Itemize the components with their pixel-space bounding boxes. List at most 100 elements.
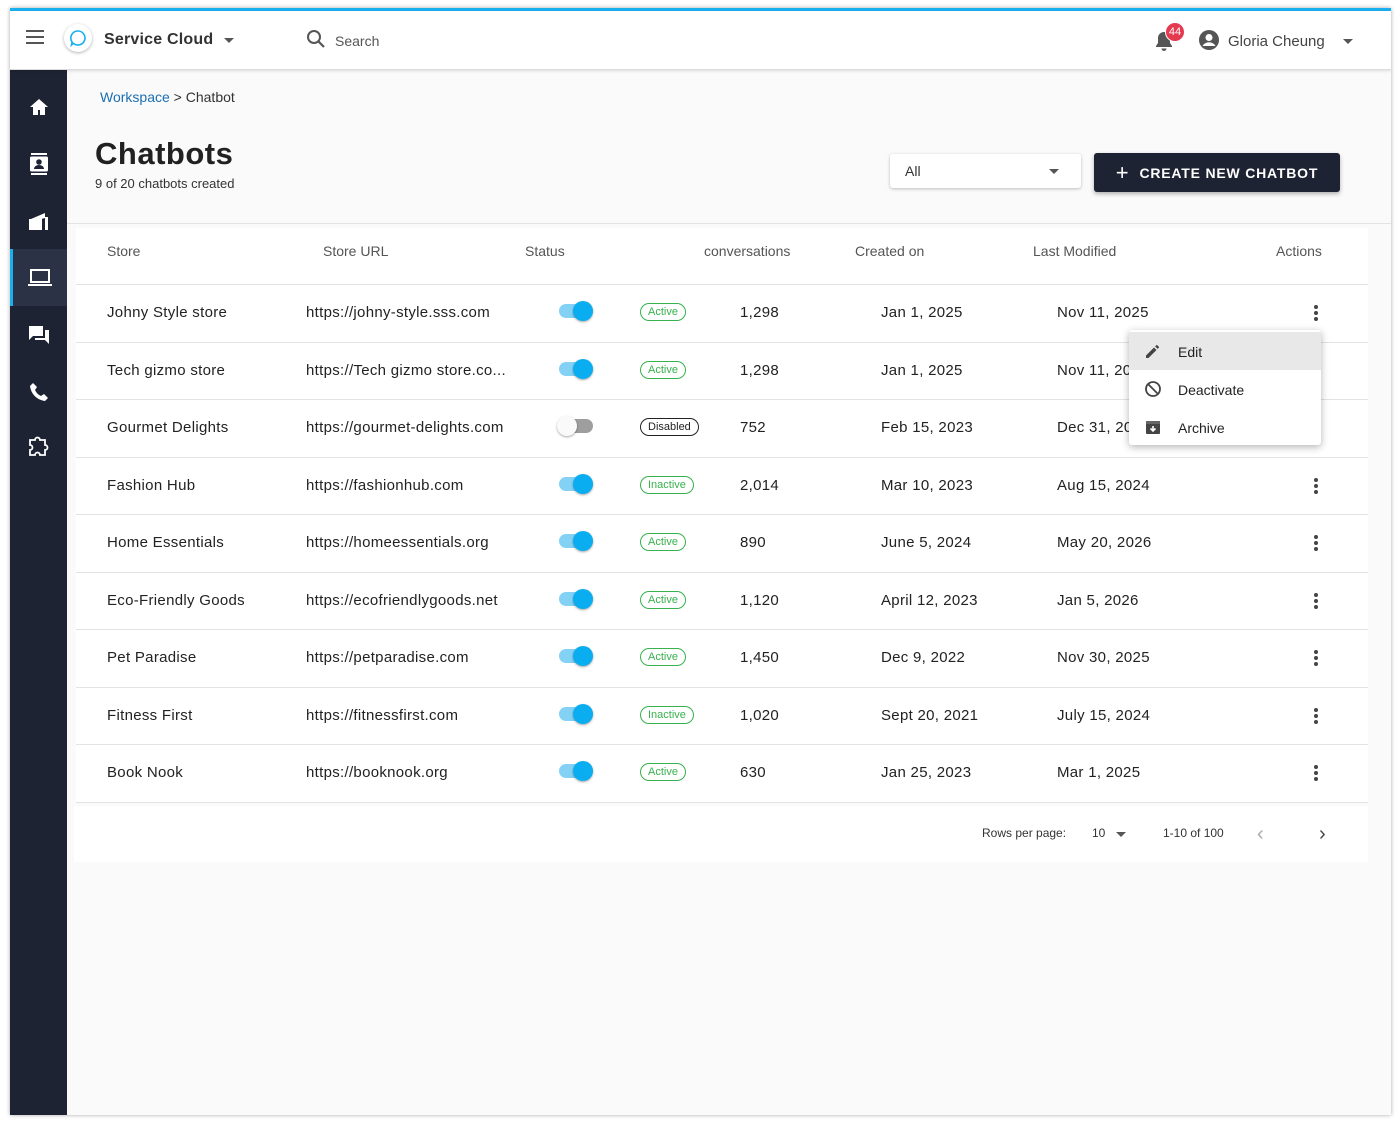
created-date: Mar 10, 2023: [881, 476, 973, 494]
breadcrumb-link-workspace[interactable]: Workspace: [100, 89, 170, 105]
status-toggle[interactable]: [559, 473, 593, 494]
store-url[interactable]: https://fitnessfirst.com: [306, 707, 458, 724]
store-url[interactable]: https://johny-style.sss.com: [306, 304, 490, 321]
filter-value: All: [905, 163, 921, 179]
table-row[interactable]: Fashion Hub https://fashionhub.com Inactiv…: [76, 458, 1368, 515]
menu-item-label: Deactivate: [1178, 382, 1245, 398]
column-header-actions: Actions: [1276, 243, 1322, 259]
status-toggle[interactable]: [559, 301, 593, 321]
conversation-count: 1,450: [740, 649, 780, 666]
modified-date: Aug 15, 2024: [1057, 476, 1150, 494]
menu-item-archive[interactable]: Archive: [1129, 408, 1321, 446]
home-icon[interactable]: [10, 78, 67, 135]
rows-per-page-label: Rows per page:: [982, 826, 1067, 840]
chat-icon[interactable]: [10, 306, 67, 363]
store-url[interactable]: https://Tech gizmo store.co...: [306, 362, 506, 379]
store-url[interactable]: https://ecofriendlygoods.net: [306, 592, 498, 609]
chevron-down-icon: [1049, 169, 1059, 174]
page-subtitle: 9 of 20 chatbots created: [95, 176, 235, 191]
status-toggle[interactable]: [559, 588, 593, 609]
conversation-count: 630: [740, 764, 766, 781]
pencil-icon: [1144, 342, 1162, 365]
app-bar: Service Cloud Search 44 Gloria Cheung: [10, 11, 1391, 70]
status-toggle[interactable]: [559, 761, 593, 781]
search-icon[interactable]: [306, 29, 326, 54]
store-url[interactable]: https://homeessentials.org: [306, 534, 489, 551]
store-url[interactable]: https://petparadise.com: [306, 649, 469, 666]
phone-icon[interactable]: [10, 363, 67, 420]
toggle-knob: [573, 301, 593, 321]
toggle-knob: [573, 531, 593, 551]
more-vert-icon[interactable]: [1313, 707, 1319, 726]
conversation-count: 890: [740, 534, 766, 551]
more-vert-icon[interactable]: [1313, 535, 1319, 553]
previous-page-icon[interactable]: ‹: [1257, 823, 1264, 846]
column-header-created-on[interactable]: Created on: [855, 243, 924, 259]
menu-item-edit[interactable]: Edit: [1129, 332, 1321, 370]
more-vert-icon[interactable]: [1313, 477, 1319, 496]
store-name: Fashion Hub: [107, 476, 196, 494]
logo-icon: [64, 24, 92, 52]
contacts-icon[interactable]: [10, 135, 67, 192]
column-header-store-url[interactable]: Store URL: [323, 243, 388, 259]
table-row[interactable]: Book Nook https://booknook.org Active 630 Ja…: [76, 745, 1368, 803]
toggle-knob: [573, 646, 593, 666]
laptop-icon[interactable]: [10, 249, 67, 306]
toggle-knob: [573, 473, 593, 494]
more-vert-icon[interactable]: [1313, 305, 1319, 323]
table-header: Store Store URL Status conversations Cre…: [76, 228, 1368, 285]
column-header-store[interactable]: Store: [107, 243, 140, 259]
status-badge: Inactive: [640, 475, 694, 494]
table-row[interactable]: Eco-Friendly Goods https://ecofriendlygoo…: [76, 573, 1368, 630]
column-header-status[interactable]: Status: [525, 243, 565, 259]
table-pagination: Rows per page: 10 1-10 of 100 ‹ ›: [74, 806, 1368, 862]
store-name: Gourmet Delights: [107, 419, 229, 436]
status-badge: Inactive: [640, 705, 694, 724]
status-toggle[interactable]: [559, 703, 593, 724]
hamburger-menu-icon[interactable]: [26, 30, 46, 46]
more-vert-icon[interactable]: [1313, 650, 1319, 668]
breadcrumb-current: Chatbot: [185, 89, 235, 105]
menu-item-deactivate[interactable]: Deactivate: [1129, 370, 1321, 408]
menu-item-label: Archive: [1178, 420, 1225, 436]
sidebar: [10, 70, 67, 1115]
table-row[interactable]: Pet Paradise https://petparadise.com Activ…: [76, 630, 1368, 688]
created-date: Dec 9, 2022: [881, 649, 966, 666]
next-page-icon[interactable]: ›: [1319, 823, 1326, 846]
column-header-conversations[interactable]: conversations: [704, 243, 790, 259]
status-filter-select[interactable]: All: [890, 154, 1081, 188]
modified-date: Mar 1, 2025: [1057, 764, 1141, 781]
search-input[interactable]: Search: [335, 33, 379, 49]
status-toggle[interactable]: [557, 416, 593, 436]
modified-date: Dec 31, 20: [1057, 419, 1133, 436]
more-vert-icon[interactable]: [1313, 765, 1319, 783]
store-url[interactable]: https://fashionhub.com: [306, 477, 464, 494]
rows-per-page-select[interactable]: 10: [1092, 826, 1105, 840]
modified-date: Jan 5, 2026: [1057, 591, 1139, 609]
store-url[interactable]: https://gourmet-delights.com: [306, 419, 504, 436]
conversation-count: 1,298: [740, 361, 780, 379]
table-row[interactable]: Home Essentials https://homeessentials.or…: [76, 515, 1368, 573]
status-toggle[interactable]: [559, 646, 593, 666]
store-url[interactable]: https://booknook.org: [306, 764, 448, 781]
app-title[interactable]: Service Cloud: [104, 31, 213, 49]
chevron-down-icon[interactable]: [1116, 832, 1126, 837]
avatar-icon[interactable]: [1198, 29, 1220, 56]
store-name: Johny Style store: [107, 304, 228, 321]
campaign-icon[interactable]: [10, 192, 67, 249]
create-button-label: CREATE NEW CHATBOT: [1139, 164, 1319, 181]
column-header-last-modified[interactable]: Last Modified: [1033, 243, 1116, 259]
plus-icon: +: [1115, 159, 1130, 185]
status-toggle[interactable]: [559, 531, 593, 551]
more-vert-icon[interactable]: [1313, 592, 1319, 611]
status-badge: Active: [640, 590, 686, 609]
create-new-chatbot-button[interactable]: + CREATE NEW CHATBOT: [1094, 153, 1340, 192]
user-name[interactable]: Gloria Cheung: [1228, 33, 1325, 50]
table-row[interactable]: Fitness First https://fitnessfirst.com Ina…: [76, 688, 1368, 745]
status-toggle[interactable]: [559, 358, 593, 379]
status-badge: Active: [640, 763, 686, 781]
app-switcher-caret-icon[interactable]: [224, 38, 234, 43]
puzzle-icon[interactable]: [10, 417, 67, 474]
user-menu-caret-icon[interactable]: [1343, 39, 1353, 44]
created-date: Jan 1, 2025: [881, 361, 963, 379]
